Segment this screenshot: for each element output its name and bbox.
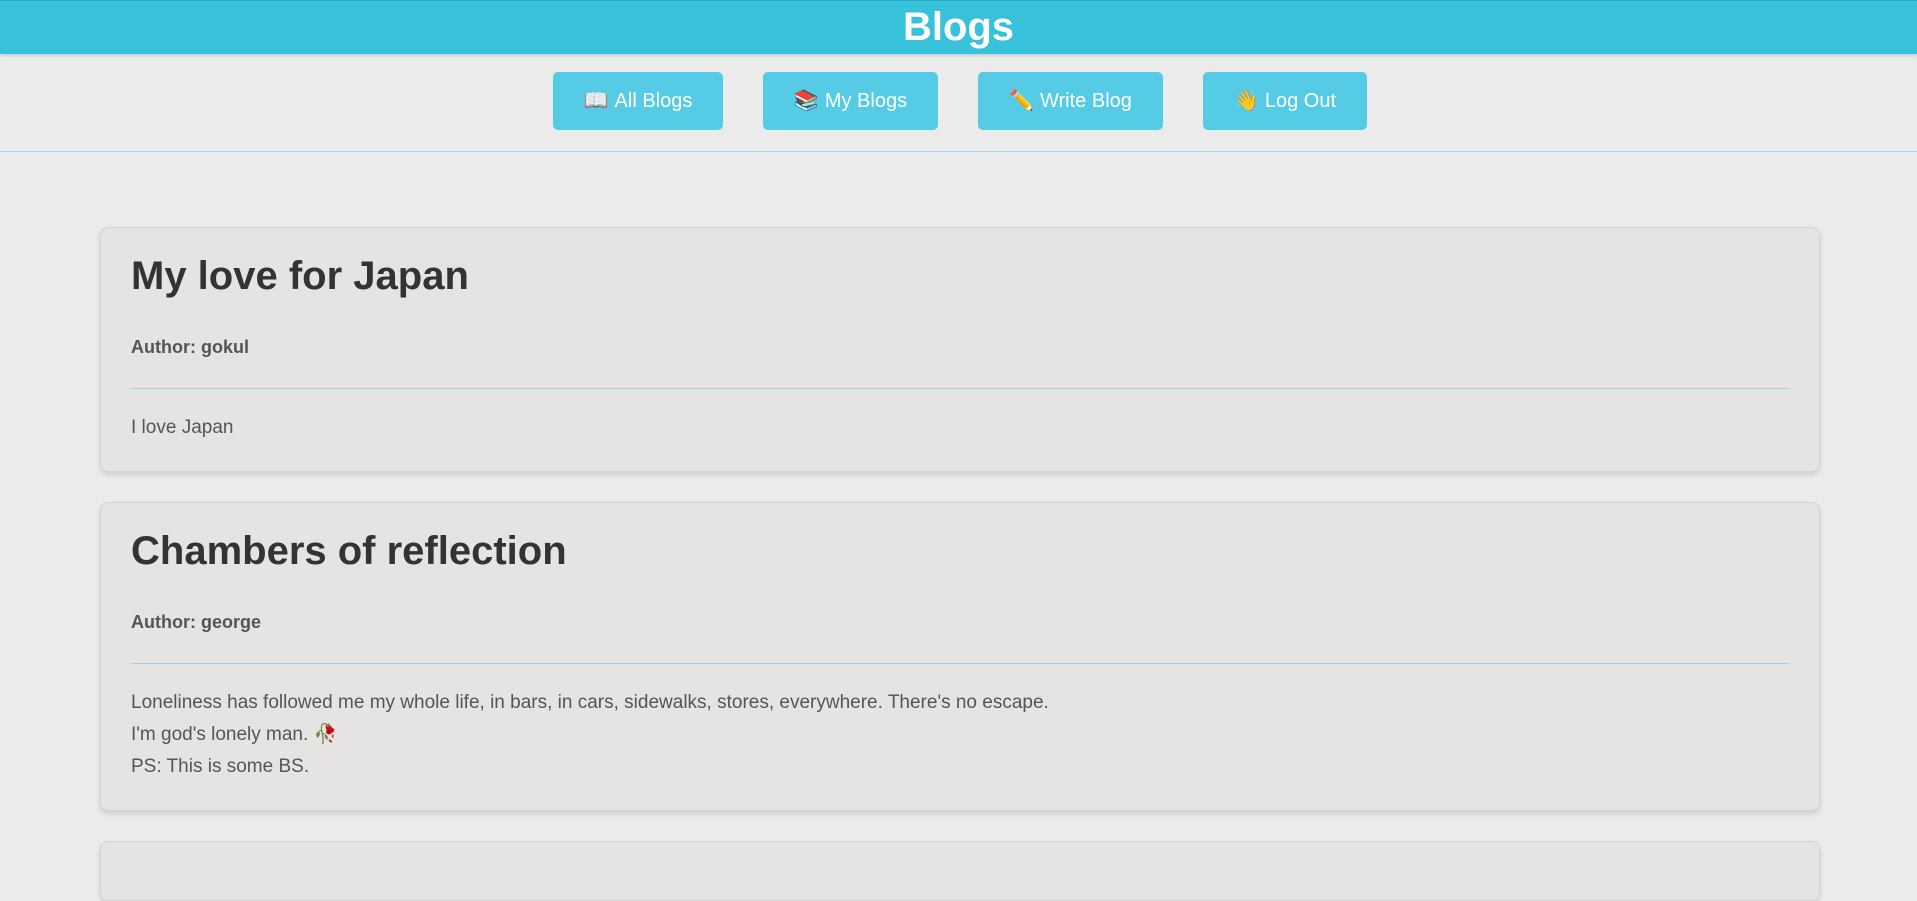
- write-blog-label: Write Blog: [1040, 90, 1132, 112]
- my-blogs-button[interactable]: 📚 My Blogs: [763, 72, 938, 130]
- blog-post-card: [100, 841, 1820, 901]
- log-out-button[interactable]: 👋 Log Out: [1203, 72, 1367, 130]
- page-title: Blogs: [902, 5, 1015, 49]
- blog-post-body: Loneliness has followed me my whole life…: [131, 687, 1049, 783]
- my-blogs-label: My Blogs: [824, 90, 908, 112]
- blog-post-title: Chambers of reflection: [131, 529, 567, 573]
- blog-post-card: My love for Japan Author: gokul I love J…: [100, 227, 1820, 472]
- divider: [131, 663, 1789, 664]
- blog-post-paragraph: PS: This is some BS.: [131, 756, 310, 777]
- app-header: Blogs: [0, 0, 1917, 54]
- blog-post-body: I love Japan: [131, 412, 233, 444]
- all-blogs-label: All Blogs: [614, 90, 693, 112]
- blog-post-author: Author: george: [131, 612, 261, 632]
- pencil-icon: ✏️: [1009, 90, 1034, 112]
- blog-post-paragraph: I'm god's lonely man. 🥀: [131, 724, 338, 745]
- write-blog-button[interactable]: ✏️ Write Blog: [978, 72, 1163, 130]
- blog-post-title: My love for Japan: [131, 254, 469, 298]
- book-icon: 📖: [583, 90, 609, 112]
- blog-post-paragraph: I love Japan: [131, 417, 234, 438]
- all-blogs-button[interactable]: 📖 All Blogs: [553, 72, 723, 130]
- blog-post-paragraph: Loneliness has followed me my whole life…: [131, 692, 1049, 713]
- books-icon: 📚: [793, 90, 819, 112]
- divider: [131, 388, 1789, 389]
- blog-post-card: Chambers of reflection Author: george Lo…: [100, 502, 1820, 811]
- waving-hand-icon: 👋: [1233, 90, 1259, 112]
- blog-post-author: Author: gokul: [131, 337, 249, 357]
- log-out-label: Log Out: [1264, 90, 1337, 112]
- nav-bar: 📖 All Blogs 📚 My Blogs ✏️ Write Blog 👋 Log O…: [0, 54, 1917, 152]
